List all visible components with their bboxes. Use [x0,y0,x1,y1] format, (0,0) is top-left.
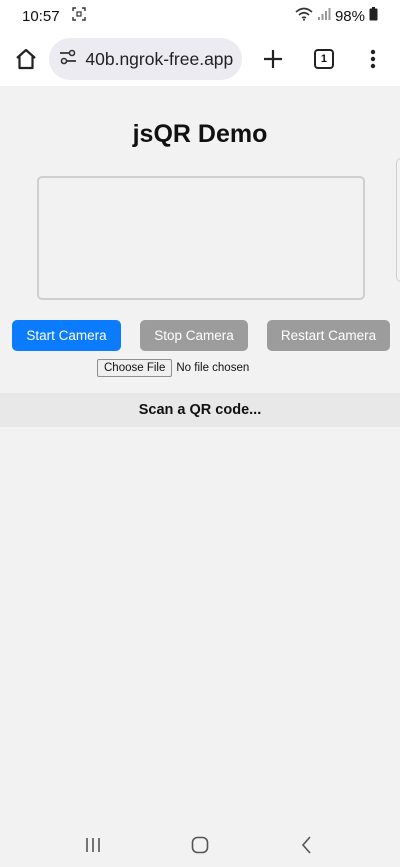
navigation-bar [0,823,400,867]
stop-camera-button[interactable]: Stop Camera [140,320,248,351]
signal-icon [317,7,331,25]
battery-percent: 98% [334,7,365,25]
status-bar: 10:57 98% [0,0,400,32]
url-text: 40b.ngrok-free.app [85,48,234,69]
home-nav-icon[interactable] [180,830,220,860]
page-content: jsQR Demo Start Camera Stop Camera Resta… [0,86,400,823]
file-status: No file chosen [176,362,250,374]
scan-status: Scan a QR code... [0,393,400,427]
camera-preview [37,176,365,300]
screenshot-icon [71,7,86,25]
canvas-edge [396,158,400,282]
address-bar[interactable]: 40b.ngrok-free.app [49,38,242,80]
restart-camera-button[interactable]: Restart Camera [267,320,390,351]
start-camera-button[interactable]: Start Camera [12,320,121,351]
choose-file-button[interactable]: Choose File [97,359,173,377]
file-input: Choose File No file chosen [97,359,249,377]
tabs-button[interactable]: 1 [307,42,340,76]
plus-icon[interactable] [256,42,289,76]
page-title: jsQR Demo [132,120,268,148]
site-settings-icon[interactable] [59,49,77,70]
back-icon[interactable] [287,830,327,860]
status-time: 10:57 [22,7,60,25]
menu-icon[interactable] [357,42,390,76]
tab-count: 1 [320,53,328,65]
home-icon[interactable] [10,43,41,75]
recent-apps-icon[interactable] [73,830,113,860]
tabs-icon: 1 [313,49,334,69]
battery-icon [369,7,378,25]
wifi-icon [295,7,313,25]
browser-toolbar: 40b.ngrok-free.app 1 [0,32,400,86]
